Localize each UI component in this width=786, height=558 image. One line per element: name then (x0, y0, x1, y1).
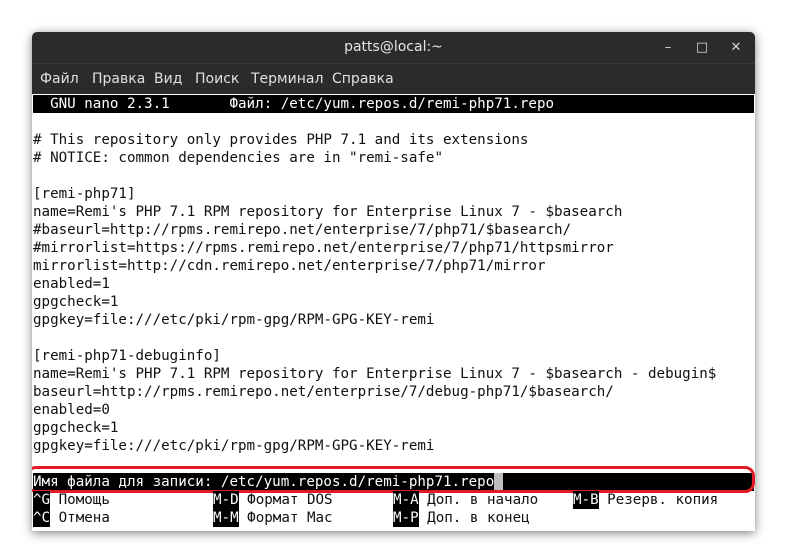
file-line: baseurl=http://rpms.remirepo.net/enterpr… (33, 384, 614, 400)
filename-prompt[interactable]: Имя файла для записи: /etc/yum.repos.d/r… (33, 473, 754, 491)
title-bar[interactable]: patts@local:~ – □ ✕ (32, 32, 755, 63)
menu-help[interactable]: Справка (332, 71, 394, 87)
file-line: #baseurl=http://rpms.remirepo.net/enterp… (33, 222, 572, 238)
shortcut-dos-format[interactable]: M-D Формат DOS (213, 491, 333, 509)
menu-terminal[interactable]: Терминал (251, 71, 323, 87)
shortcut-key: ^G (33, 491, 51, 509)
file-line: gpgkey=file:///etc/pki/rpm-gpg/RPM-GPG-K… (33, 312, 435, 328)
menu-edit[interactable]: Правка (92, 71, 145, 87)
filename-prompt-text: Имя файла для записи: /etc/yum.repos.d/r… (33, 474, 495, 490)
shortcut-key: M-M (213, 509, 239, 527)
file-line: enabled=1 (33, 276, 110, 292)
shortcut-key: M-B (573, 491, 599, 509)
file-line: gpgcheck=1 (33, 420, 119, 436)
shortcut-label: Формат DOS (247, 492, 333, 508)
file-line: name=Remi's PHP 7.1 RPM repository for E… (33, 366, 717, 382)
file-line (33, 329, 754, 347)
shortcut-backup[interactable]: M-B Резерв. копия (573, 491, 718, 509)
file-line: enabled=0 (33, 402, 110, 418)
shortcut-label: Формат Mac (247, 510, 333, 526)
shortcut-help[interactable]: ^G Помощь (33, 491, 110, 509)
text-cursor (494, 473, 504, 491)
nano-status-bar: GNU nano 2.3.1 Файл: /etc/yum.repos.d/re… (33, 95, 754, 113)
file-line: name=Remi's PHP 7.1 RPM repository for E… (33, 204, 623, 220)
shortcut-label: Доп. в конец (427, 510, 530, 526)
shortcut-key: M-D (213, 491, 239, 509)
shortcut-cancel[interactable]: ^C Отмена (33, 509, 110, 527)
shortcut-key: M-A (393, 491, 419, 509)
file-line: gpgcheck=1 (33, 294, 119, 310)
file-line: #mirrorlist=https://rpms.remirepo.net/en… (33, 240, 614, 256)
file-line: # This repository only provides PHP 7.1 … (33, 132, 529, 148)
file-line (33, 113, 754, 131)
file-line: mirrorlist=http://cdn.remirepo.net/enter… (33, 258, 546, 274)
terminal-area[interactable]: GNU nano 2.3.1 Файл: /etc/yum.repos.d/re… (32, 94, 755, 531)
maximize-icon[interactable]: □ (692, 38, 712, 58)
shortcut-label: Доп. в начало (427, 492, 539, 508)
shortcut-append[interactable]: M-P Доп. в конец (393, 509, 530, 527)
file-line: # NOTICE: common dependencies are in "re… (33, 150, 443, 166)
shortcut-prepend[interactable]: M-A Доп. в начало (393, 491, 538, 509)
file-line: [remi-php71-debuginfo] (33, 348, 221, 364)
minimize-icon[interactable]: – (658, 38, 678, 58)
menu-bar: Файл Правка Вид Поиск Терминал Справка (32, 63, 755, 94)
shortcut-mac-format[interactable]: M-M Формат Mac (213, 509, 333, 527)
close-icon[interactable]: ✕ (726, 38, 746, 58)
window-title: patts@local:~ (344, 39, 443, 55)
shortcut-key: ^C (33, 509, 51, 527)
shortcut-key: M-P (393, 509, 419, 527)
shortcut-label: Резерв. копия (607, 492, 719, 508)
menu-view[interactable]: Вид (154, 71, 182, 87)
terminal-window: patts@local:~ – □ ✕ Файл Правка Вид Поис… (32, 32, 755, 531)
file-line: gpgkey=file:///etc/pki/rpm-gpg/RPM-GPG-K… (33, 438, 435, 454)
menu-file[interactable]: Файл (40, 71, 79, 87)
shortcut-label: Отмена (58, 510, 110, 526)
menu-search[interactable]: Поиск (195, 71, 239, 87)
shortcut-label: Помощь (58, 492, 110, 508)
file-line: [remi-php71] (33, 186, 136, 202)
file-line (33, 167, 754, 185)
